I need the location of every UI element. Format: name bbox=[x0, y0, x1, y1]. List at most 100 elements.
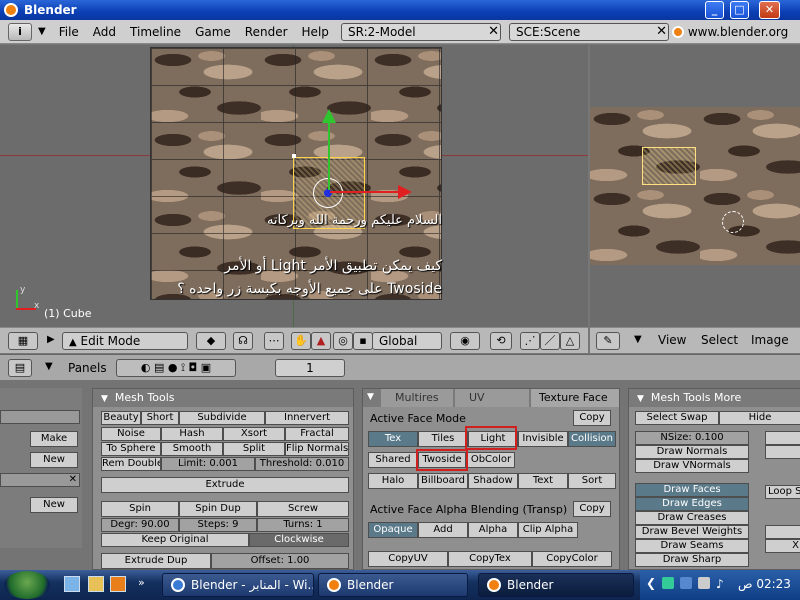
draw-seams-toggle[interactable]: Draw Seams bbox=[635, 539, 749, 553]
delete-scene-icon[interactable]: ✕ bbox=[656, 24, 667, 40]
obcolor-toggle[interactable]: ObColor bbox=[467, 452, 515, 468]
left-delete-icon[interactable]: ✕ bbox=[69, 474, 77, 486]
copytex-button[interactable]: CopyTex bbox=[448, 551, 532, 567]
make-button[interactable]: Make bbox=[30, 431, 78, 447]
right-button-3[interactable] bbox=[765, 525, 800, 539]
collision-toggle[interactable]: Collision bbox=[568, 431, 616, 447]
menu-help[interactable]: Help bbox=[295, 25, 336, 39]
clockwise-toggle[interactable]: Clockwise bbox=[249, 533, 349, 547]
innervert-select[interactable]: Innervert bbox=[265, 411, 349, 425]
screw-button[interactable]: Screw bbox=[257, 501, 349, 517]
new-button-2[interactable]: New bbox=[30, 497, 78, 513]
offset-field[interactable]: Offset: 1.00 bbox=[211, 553, 349, 569]
right-button-2[interactable] bbox=[765, 445, 800, 459]
rotate-icon[interactable]: ◎ bbox=[333, 332, 353, 350]
face-select-icon[interactable]: △ bbox=[560, 332, 580, 350]
scene-select[interactable]: SCE:Scene ✕ bbox=[509, 23, 669, 41]
copycolor-button[interactable]: CopyColor bbox=[532, 551, 612, 567]
3d-viewport[interactable]: السلام عليكم ورحمة الله وبركاته كيف يمكن… bbox=[0, 45, 588, 327]
show-desktop-icon[interactable] bbox=[64, 576, 80, 592]
smooth-button[interactable]: Smooth bbox=[161, 442, 223, 456]
menu-file[interactable]: File bbox=[52, 25, 86, 39]
tray-icon-1[interactable] bbox=[662, 577, 674, 589]
sort-toggle[interactable]: Sort bbox=[568, 473, 616, 489]
opaque-toggle[interactable]: Opaque bbox=[368, 522, 418, 538]
image-menu-collapse-icon[interactable]: ▼ bbox=[634, 334, 642, 345]
image-editor-type-icon[interactable]: ✎ bbox=[596, 332, 620, 350]
menu-collapse-icon[interactable]: ▼ bbox=[38, 26, 46, 37]
menu-render[interactable]: Render bbox=[238, 25, 295, 39]
screen-select[interactable]: SR:2-Model ✕ bbox=[341, 23, 501, 41]
scale-icon[interactable]: ▪ bbox=[353, 332, 373, 350]
draw-normals-toggle[interactable]: Draw Normals bbox=[635, 445, 749, 459]
buttons-editor-type-icon[interactable]: ▤ bbox=[8, 359, 32, 377]
spin-dup-button[interactable]: Spin Dup bbox=[179, 501, 257, 517]
menu-view[interactable]: View bbox=[658, 333, 686, 347]
vertex-select-icon[interactable]: ⋰ bbox=[520, 332, 540, 350]
tab-texture-face[interactable]: Texture Face bbox=[531, 389, 619, 407]
start-button-icon[interactable] bbox=[4, 571, 50, 599]
expand-menu-icon[interactable]: ▶ bbox=[47, 334, 55, 345]
tab-uv-calculation[interactable]: UV Calculatio bbox=[455, 389, 529, 407]
copy-face-mode-button[interactable]: Copy bbox=[573, 410, 611, 426]
2d-cursor-icon[interactable] bbox=[722, 211, 744, 233]
edge-select-icon[interactable]: ／ bbox=[540, 332, 560, 350]
frame-field[interactable]: 1 bbox=[275, 359, 345, 377]
y-arrow-head-icon[interactable] bbox=[322, 109, 336, 123]
task-blender-1[interactable]: Blender bbox=[318, 573, 468, 597]
texture-panel-collapse-icon[interactable]: ▼ bbox=[367, 389, 374, 406]
hand-icon[interactable]: ✋ bbox=[291, 332, 311, 350]
draw-edges-toggle[interactable]: Draw Edges bbox=[635, 497, 749, 511]
fractal-button[interactable]: Fractal bbox=[285, 427, 349, 441]
add-toggle[interactable]: Add bbox=[418, 522, 468, 538]
shadow-toggle[interactable]: Shadow bbox=[468, 473, 518, 489]
minimize-button[interactable]: _ bbox=[705, 1, 724, 19]
tex-toggle[interactable]: Tex bbox=[368, 431, 418, 447]
tray-expand-icon[interactable]: ❮ bbox=[646, 576, 656, 590]
volume-icon[interactable]: ♪ bbox=[716, 577, 724, 591]
draw-type-icon[interactable]: ◆ bbox=[196, 332, 226, 350]
menu-image[interactable]: Image bbox=[751, 333, 789, 347]
copyuv-button[interactable]: CopyUV bbox=[368, 551, 448, 567]
info-icon[interactable]: i bbox=[8, 22, 32, 41]
buttons-menu-collapse-icon[interactable]: ▼ bbox=[45, 361, 53, 372]
to-sphere-button[interactable]: To Sphere bbox=[101, 442, 161, 456]
translate-icon[interactable]: ▲ bbox=[311, 332, 331, 350]
tray-icon-3[interactable] bbox=[698, 577, 710, 589]
snap-icon[interactable]: ⋯ bbox=[264, 332, 284, 350]
steps-field[interactable]: Steps: 9 bbox=[179, 518, 257, 532]
limit-field[interactable]: Limit: 0.001 bbox=[161, 457, 255, 471]
hide-button[interactable]: Hide bbox=[719, 411, 800, 425]
halo-toggle[interactable]: Halo bbox=[368, 473, 418, 489]
right-x-button[interactable]: X bbox=[765, 539, 800, 553]
extrude-dup-button[interactable]: Extrude Dup bbox=[101, 553, 211, 569]
orientation-select[interactable]: Global bbox=[372, 332, 442, 350]
draw-bevel-weights-toggle[interactable]: Draw Bevel Weights bbox=[635, 525, 749, 539]
shared-toggle[interactable]: Shared bbox=[368, 452, 418, 468]
draw-sharp-toggle[interactable]: Draw Sharp bbox=[635, 553, 749, 567]
mesh-more-header[interactable]: ▼ Mesh Tools More bbox=[629, 389, 800, 407]
copy-alpha-button[interactable]: Copy bbox=[573, 501, 611, 517]
text-toggle[interactable]: Text bbox=[518, 473, 568, 489]
draw-creases-toggle[interactable]: Draw Creases bbox=[635, 511, 749, 525]
loop-button[interactable]: Loop S bbox=[765, 485, 800, 499]
threshold-field[interactable]: Threshold: 0.010 bbox=[255, 457, 349, 471]
menu-select[interactable]: Select bbox=[701, 333, 738, 347]
pivot-icon[interactable]: ☊ bbox=[233, 332, 253, 350]
draw-vnormals-toggle[interactable]: Draw VNormals bbox=[635, 459, 749, 473]
task-blender-2[interactable]: Blender bbox=[478, 573, 634, 597]
left-field[interactable] bbox=[0, 410, 80, 424]
flip-normals-button[interactable]: Flip Normals bbox=[285, 442, 349, 456]
new-button-1[interactable]: New bbox=[30, 452, 78, 468]
billboard-toggle[interactable]: Billboard bbox=[418, 473, 468, 489]
image-editor[interactable] bbox=[590, 45, 800, 327]
rem-double-button[interactable]: Rem Double bbox=[101, 457, 161, 471]
x-arrow[interactable] bbox=[330, 191, 400, 193]
beauty-button[interactable]: Beauty bbox=[101, 411, 141, 425]
hash-button[interactable]: Hash bbox=[161, 427, 223, 441]
tiles-toggle[interactable]: Tiles bbox=[418, 431, 468, 447]
tab-multires[interactable]: Multires bbox=[381, 389, 453, 407]
context-icons[interactable]: ◐ ▤ ● ⟟ ◘ ▣ bbox=[116, 359, 236, 377]
quicklaunch-expand-icon[interactable]: » bbox=[138, 576, 146, 594]
select-swap-button[interactable]: Select Swap bbox=[635, 411, 719, 425]
